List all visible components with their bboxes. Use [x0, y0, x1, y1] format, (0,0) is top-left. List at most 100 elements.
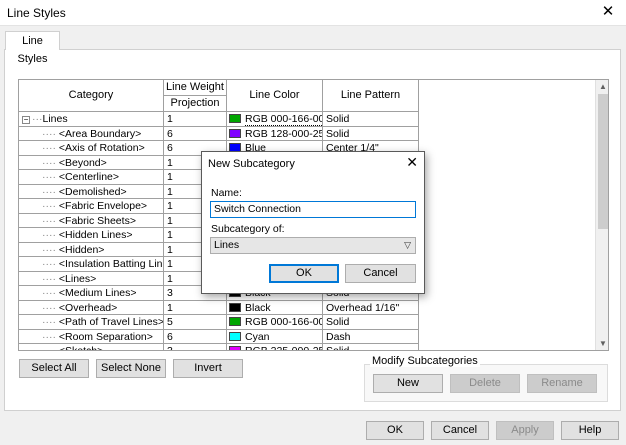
invert-button[interactable]: Invert	[173, 359, 243, 378]
line-pattern-cell[interactable]: Solid	[323, 344, 419, 350]
category-cell[interactable]: ···· <Area Boundary>	[19, 126, 164, 141]
help-button[interactable]: Help	[561, 421, 619, 440]
line-weight-cell[interactable]: 6	[164, 329, 227, 344]
category-label: <Hidden>	[58, 243, 105, 256]
scroll-down-icon[interactable]: ▼	[596, 337, 608, 350]
line-pattern-cell[interactable]: Solid	[323, 315, 419, 330]
line-pattern-cell[interactable]: Overhead 1/16"	[323, 300, 419, 315]
category-cell[interactable]: ···· <Fabric Envelope>	[19, 199, 164, 214]
tree-line: ····	[42, 345, 59, 351]
header-line-color[interactable]: Line Color	[227, 80, 323, 112]
category-label: <Medium Lines>	[58, 287, 137, 299]
category-cell[interactable]: ···· <Medium Lines>	[19, 286, 164, 301]
category-cell[interactable]: ···· <Hidden>	[19, 242, 164, 257]
category-label: <Axis of Rotation>	[58, 142, 145, 154]
category-cell[interactable]: ···· <Room Separation>	[19, 329, 164, 344]
category-label: <Lines>	[58, 272, 97, 285]
vertical-scrollbar[interactable]: ▲ ▼	[595, 80, 608, 350]
apply-button[interactable]: Apply	[496, 421, 554, 440]
line-color-cell[interactable]: RGB 000-166-000	[227, 112, 323, 127]
select-none-button[interactable]: Select None	[96, 359, 166, 378]
dialog-ok-button[interactable]: OK	[269, 264, 339, 283]
line-color-label: RGB 225-000-255	[245, 345, 323, 351]
color-swatch	[229, 302, 241, 312]
category-cell[interactable]: − ···Lines	[19, 112, 164, 127]
category-label: <Path of Travel Lines>	[58, 316, 164, 328]
category-label: <Fabric Sheets>	[58, 214, 136, 227]
tree-line: ····	[42, 200, 59, 212]
subcategory-of-value: Lines	[214, 239, 240, 251]
category-label: <Demolished>	[58, 185, 127, 198]
header-pattern-label: Line Pattern	[340, 89, 401, 101]
header-line-pattern[interactable]: Line Pattern	[323, 80, 419, 112]
category-cell[interactable]: ···· <Beyond>	[19, 155, 164, 170]
chevron-down-icon: ▽	[404, 240, 411, 250]
tree-line: ····	[42, 258, 59, 270]
category-label: <Area Boundary>	[58, 127, 142, 140]
category-cell[interactable]: ···· <Centerline>	[19, 170, 164, 185]
tree-line: ····	[42, 229, 59, 241]
line-pattern-cell[interactable]: Solid	[323, 112, 419, 127]
category-label: <Centerline>	[58, 171, 120, 183]
category-cell[interactable]: ···· <Fabric Sheets>	[19, 213, 164, 228]
name-input[interactable]: Switch Connection	[210, 201, 416, 218]
line-color-label: RGB 128-000-255	[245, 127, 323, 140]
tab-line-styles[interactable]: Line Styles	[5, 31, 60, 65]
line-pattern-cell[interactable]: Solid	[323, 126, 419, 141]
tree-line: ····	[42, 185, 59, 198]
category-label: <Hidden Lines>	[58, 229, 133, 241]
color-swatch	[229, 114, 241, 123]
dialog-cancel-button[interactable]: Cancel	[345, 264, 416, 283]
category-cell[interactable]: ···· <Lines>	[19, 271, 164, 286]
line-weight-cell[interactable]: 1	[164, 300, 227, 315]
category-cell[interactable]: ···· <Insulation Batting Lin...	[19, 257, 164, 272]
select-all-button[interactable]: Select All	[19, 359, 89, 378]
line-color-cell[interactable]: RGB 000-166-000	[227, 315, 323, 330]
line-color-cell[interactable]: Cyan	[227, 329, 323, 344]
tree-line: ····	[42, 287, 59, 299]
close-icon[interactable]: ✕	[596, 2, 620, 22]
tree-line: ····	[42, 171, 59, 183]
tree-line: ····	[42, 301, 59, 314]
line-weight-cell[interactable]: 5	[164, 315, 227, 330]
delete-button[interactable]: Delete	[450, 374, 520, 393]
scroll-up-icon[interactable]: ▲	[596, 80, 608, 94]
line-pattern-cell[interactable]: Dash	[323, 329, 419, 344]
ok-button[interactable]: OK	[366, 421, 424, 440]
line-color-cell[interactable]: Black	[227, 300, 323, 315]
line-weight-cell[interactable]: 1	[164, 112, 227, 127]
category-cell[interactable]: ···· <Axis of Rotation>	[19, 141, 164, 156]
header-category[interactable]: Category	[19, 80, 164, 112]
new-button[interactable]: New	[373, 374, 443, 393]
scroll-thumb[interactable]	[598, 94, 608, 229]
line-color-label: RGB 000-166-000	[245, 113, 322, 126]
color-swatch	[229, 346, 241, 350]
category-cell[interactable]: ···· <Hidden Lines>	[19, 228, 164, 243]
category-label: <Room Separation>	[58, 330, 153, 343]
line-weight-cell[interactable]: 3	[164, 344, 227, 350]
rename-button[interactable]: Rename	[527, 374, 597, 393]
cancel-button[interactable]: Cancel	[431, 421, 489, 440]
header-projection[interactable]: Projection	[164, 96, 227, 112]
dialog-close-icon[interactable]: ✕	[406, 154, 418, 171]
line-color-cell[interactable]: RGB 225-000-255	[227, 344, 323, 351]
tree-line: ····	[42, 156, 59, 169]
dialog-title: New Subcategory	[208, 158, 295, 170]
category-label: <Insulation Batting Lin...	[58, 258, 164, 270]
line-color-label: RGB 000-166-000	[245, 316, 323, 328]
tree-line: ····	[42, 330, 59, 343]
line-weight-cell[interactable]: 6	[164, 126, 227, 141]
category-label: <Beyond>	[58, 156, 107, 169]
category-cell[interactable]: ···· <Demolished>	[19, 184, 164, 199]
category-label: <Sketch>	[58, 345, 104, 351]
color-swatch	[229, 128, 241, 138]
category-cell[interactable]: ···· <Path of Travel Lines>	[19, 315, 164, 330]
line-color-cell[interactable]: RGB 128-000-255	[227, 126, 323, 141]
subcategory-of-select[interactable]: Lines ▽	[210, 237, 416, 254]
collapse-icon[interactable]: −	[22, 116, 30, 124]
header-line-weight[interactable]: Line Weight	[164, 80, 227, 96]
header-color-label: Line Color	[249, 89, 300, 101]
category-cell[interactable]: ···· <Sketch>	[19, 344, 164, 351]
category-cell[interactable]: ···· <Overhead>	[19, 300, 164, 315]
category-label: <Overhead>	[58, 301, 118, 314]
